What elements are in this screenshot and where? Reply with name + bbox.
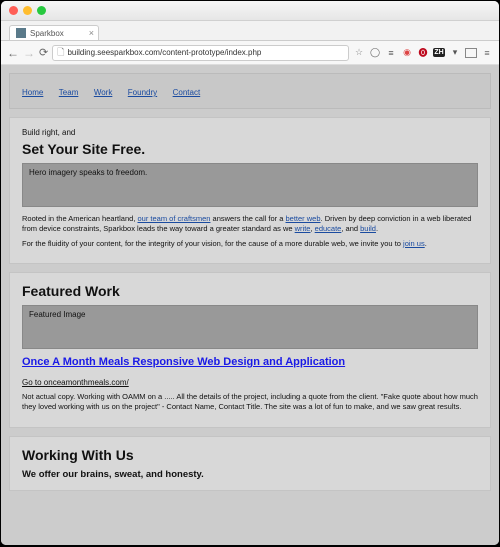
- link-better-web[interactable]: better web: [286, 214, 321, 223]
- minimize-icon[interactable]: [23, 6, 32, 15]
- nav-work[interactable]: Work: [94, 88, 113, 97]
- reload-icon[interactable]: ⟳: [39, 46, 48, 59]
- nav-team[interactable]: Team: [59, 88, 79, 97]
- nav-contact[interactable]: Contact: [173, 88, 201, 97]
- hero-heading: Set Your Site Free.: [22, 141, 478, 157]
- site-nav: Home Team Work Foundry Contact: [9, 73, 491, 109]
- hero-lead: Build right, and: [22, 128, 478, 137]
- withus-heading: Working With Us: [22, 447, 478, 463]
- project-link[interactable]: Once A Month Meals Responsive Web Design…: [22, 356, 345, 368]
- working-with-us-section: Working With Us We offer our brains, swe…: [9, 436, 491, 491]
- extension-opera-icon[interactable]: ◉: [401, 47, 413, 58]
- browser-window: Sparkbox × ← → ⟳ 🗋 building.seesparkbox.…: [1, 1, 499, 545]
- nav-home[interactable]: Home: [22, 88, 43, 97]
- extension-zh-icon[interactable]: ZH: [433, 48, 445, 57]
- macos-titlebar: [1, 1, 499, 21]
- pocket-icon[interactable]: ▾: [449, 47, 461, 58]
- project-desc: Not actual copy. Working with OAMM on a …: [22, 392, 478, 412]
- featured-image-placeholder: Featured Image: [22, 305, 478, 349]
- withus-sub: We offer our brains, sweat, and honesty.: [22, 469, 478, 480]
- back-icon[interactable]: ←: [7, 46, 19, 60]
- pinterest-icon[interactable]: ⓿: [417, 46, 429, 59]
- bookmark-icon[interactable]: ☆: [353, 47, 365, 58]
- zoom-icon[interactable]: [37, 6, 46, 15]
- favicon-icon: [16, 28, 26, 38]
- nav-foundry[interactable]: Foundry: [128, 88, 157, 97]
- tab-title: Sparkbox: [30, 29, 64, 38]
- browser-tab[interactable]: Sparkbox ×: [9, 25, 99, 40]
- link-educate[interactable]: educate: [315, 224, 342, 233]
- work-heading: Featured Work: [22, 283, 478, 299]
- extension-square-icon[interactable]: [465, 48, 477, 58]
- hero-section: Build right, and Set Your Site Free. Her…: [9, 117, 491, 264]
- hero-placeholder: Hero imagery speaks to freedom.: [22, 163, 478, 207]
- hero-copy-2: For the fluidity of your content, for th…: [22, 239, 478, 249]
- link-build[interactable]: build: [360, 224, 376, 233]
- featured-work-section: Featured Work Featured Image Once A Mont…: [9, 272, 491, 428]
- page-icon: 🗋: [57, 45, 64, 61]
- menu-icon[interactable]: ≡: [481, 48, 493, 58]
- nav-controls: ← →: [7, 46, 35, 60]
- traffic-lights: [9, 6, 46, 15]
- forward-icon[interactable]: →: [23, 46, 35, 60]
- close-icon[interactable]: [9, 6, 18, 15]
- link-write[interactable]: write: [295, 224, 311, 233]
- close-tab-icon[interactable]: ×: [89, 28, 94, 38]
- extension-circle-icon[interactable]: ◯: [369, 47, 381, 58]
- tab-strip: Sparkbox ×: [1, 21, 499, 41]
- hero-copy-1: Rooted in the American heartland, our te…: [22, 214, 478, 234]
- link-team[interactable]: our team of craftsmen: [138, 214, 211, 223]
- browser-toolbar: ← → ⟳ 🗋 building.seesparkbox.com/content…: [1, 41, 499, 65]
- url-text: building.seesparkbox.com/content-prototy…: [67, 48, 261, 57]
- project-goto-link[interactable]: Go to onceamonthmeals.com/: [22, 378, 129, 387]
- toolbar-icons: ☆ ◯ ≡ ◉ ⓿ ZH ▾ ≡: [353, 46, 493, 59]
- extension-bars-icon[interactable]: ≡: [385, 48, 397, 58]
- page-content: Home Team Work Foundry Contact Build rig…: [1, 65, 499, 545]
- link-join-us[interactable]: join us: [403, 239, 425, 248]
- project-title: Once A Month Meals Responsive Web Design…: [22, 356, 478, 368]
- address-bar[interactable]: 🗋 building.seesparkbox.com/content-proto…: [52, 45, 349, 61]
